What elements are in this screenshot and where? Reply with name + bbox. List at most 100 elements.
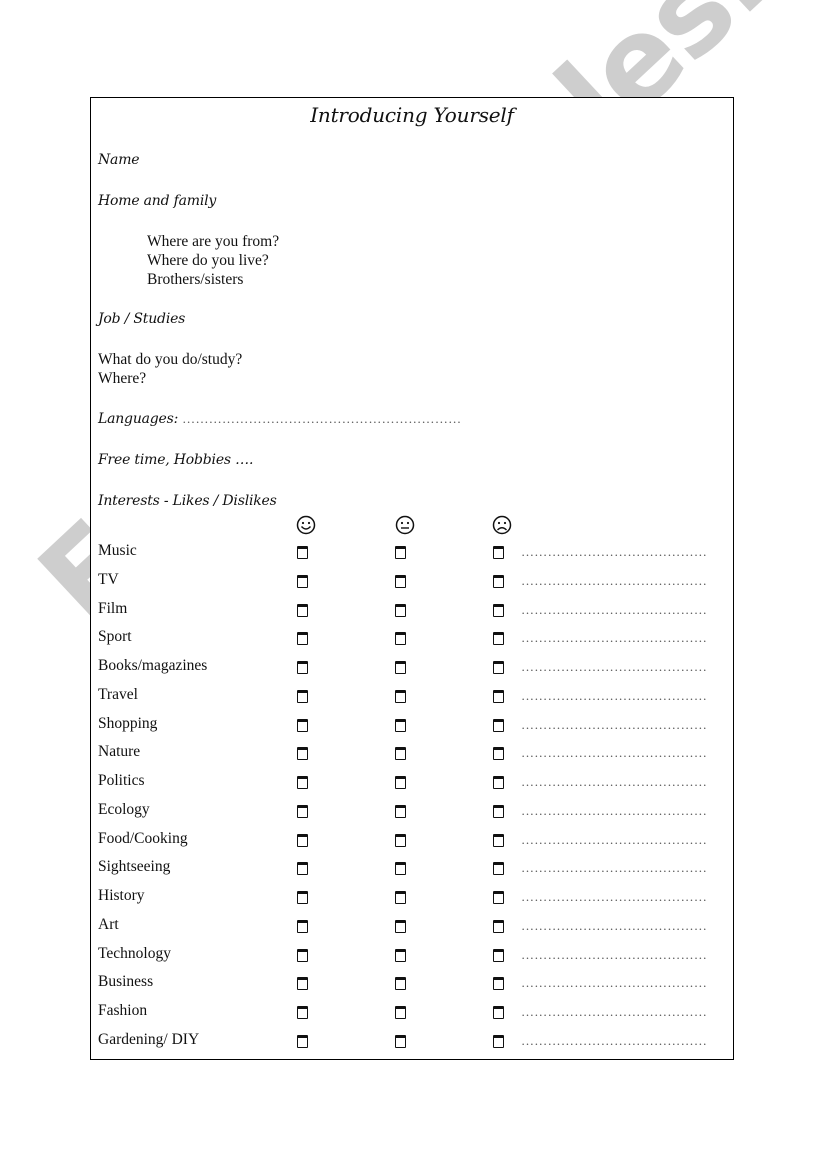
- neutral-checkbox[interactable]: [395, 718, 406, 732]
- comment-blank[interactable]: ……………………………………: [521, 659, 707, 675]
- free-time-heading: Free time, Hobbies ….: [98, 452, 254, 468]
- comment-blank[interactable]: ……………………………………: [521, 717, 707, 733]
- interest-label: Nature: [98, 743, 141, 761]
- like-checkbox[interactable]: [297, 919, 308, 933]
- comment-blank[interactable]: ……………………………………: [521, 544, 707, 560]
- interest-label: Ecology: [98, 800, 150, 818]
- smiling-face-icon: [296, 515, 316, 535]
- dislike-checkbox[interactable]: [493, 919, 504, 933]
- like-checkbox[interactable]: [297, 574, 308, 588]
- like-checkbox[interactable]: [297, 747, 308, 761]
- neutral-checkbox[interactable]: [395, 747, 406, 761]
- comment-blank[interactable]: ……………………………………: [521, 860, 707, 876]
- dislike-checkbox[interactable]: [493, 661, 504, 674]
- neutral-checkbox[interactable]: [395, 977, 406, 991]
- like-checkbox[interactable]: [297, 948, 308, 962]
- dislike-checkbox[interactable]: [493, 977, 504, 991]
- home-question: Where do you live?: [147, 252, 269, 269]
- like-checkbox[interactable]: [297, 689, 308, 703]
- dislike-checkbox[interactable]: [493, 603, 504, 617]
- interest-label: Food/Cooking: [98, 829, 188, 847]
- like-checkbox[interactable]: [297, 1006, 308, 1019]
- neutral-checkbox[interactable]: [395, 919, 406, 933]
- page-title: Introducing Yourself: [310, 103, 514, 127]
- like-checkbox[interactable]: [297, 977, 308, 991]
- like-checkbox[interactable]: [297, 862, 308, 876]
- dislike-checkbox[interactable]: [493, 891, 504, 904]
- worksheet: Introducing Yourself Name Home and famil…: [90, 97, 734, 1060]
- interest-label: Music: [98, 542, 137, 559]
- neutral-checkbox[interactable]: [395, 862, 406, 876]
- dislike-checkbox[interactable]: [493, 776, 504, 789]
- dislike-checkbox[interactable]: [493, 1006, 504, 1019]
- interest-label: Gardening/ DIY: [98, 1030, 200, 1048]
- home-family-heading: Home and family: [98, 193, 217, 209]
- neutral-checkbox[interactable]: [395, 1006, 406, 1019]
- interest-label: Art: [98, 915, 119, 933]
- like-checkbox[interactable]: [297, 1034, 308, 1048]
- interest-label: Politics: [98, 772, 145, 789]
- languages-label: Languages:: [98, 411, 179, 427]
- neutral-checkbox[interactable]: [395, 546, 406, 559]
- comment-blank[interactable]: ……………………………………: [521, 947, 707, 963]
- neutral-checkbox[interactable]: [395, 661, 406, 674]
- neutral-checkbox[interactable]: [395, 689, 406, 703]
- dislike-checkbox[interactable]: [493, 574, 504, 588]
- comment-blank[interactable]: ……………………………………: [521, 832, 707, 848]
- neutral-checkbox[interactable]: [395, 804, 406, 818]
- dislike-checkbox[interactable]: [493, 833, 504, 847]
- dislike-checkbox[interactable]: [493, 804, 504, 818]
- interest-label: Technology: [98, 944, 171, 962]
- like-checkbox[interactable]: [297, 804, 308, 818]
- comment-blank[interactable]: ……………………………………: [521, 1004, 707, 1020]
- interest-label: Travel: [98, 685, 138, 703]
- job-heading: Job / Studies: [98, 311, 186, 327]
- like-checkbox[interactable]: [297, 776, 308, 789]
- like-checkbox[interactable]: [297, 632, 308, 646]
- neutral-checkbox[interactable]: [395, 632, 406, 646]
- dislike-checkbox[interactable]: [493, 689, 504, 703]
- interest-label: TV: [98, 570, 119, 588]
- neutral-checkbox[interactable]: [395, 833, 406, 847]
- neutral-checkbox[interactable]: [395, 1034, 406, 1048]
- dislike-checkbox[interactable]: [493, 862, 504, 876]
- comment-blank[interactable]: ……………………………………: [521, 889, 707, 905]
- home-question: Brothers/sisters: [147, 271, 244, 288]
- comment-blank[interactable]: ……………………………………: [521, 918, 707, 934]
- dislike-checkbox[interactable]: [493, 747, 504, 761]
- comment-blank[interactable]: ……………………………………: [521, 573, 707, 589]
- comment-blank[interactable]: ……………………………………: [521, 1033, 707, 1049]
- like-checkbox[interactable]: [297, 891, 308, 904]
- dislike-checkbox[interactable]: [493, 718, 504, 732]
- like-checkbox[interactable]: [297, 546, 308, 559]
- like-checkbox[interactable]: [297, 833, 308, 847]
- comment-blank[interactable]: ……………………………………: [521, 774, 707, 790]
- dislike-checkbox[interactable]: [493, 546, 504, 559]
- neutral-checkbox[interactable]: [395, 574, 406, 588]
- neutral-checkbox[interactable]: [395, 776, 406, 789]
- frowning-face-icon: [492, 515, 512, 535]
- comment-blank[interactable]: ……………………………………: [521, 803, 707, 819]
- comment-blank[interactable]: ……………………………………: [521, 630, 707, 646]
- comment-blank[interactable]: ……………………………………: [521, 975, 707, 991]
- interest-label: Fashion: [98, 1002, 148, 1019]
- interest-label: History: [98, 887, 145, 904]
- job-question: What do you do/study?: [98, 351, 243, 368]
- dislike-checkbox[interactable]: [493, 1034, 504, 1048]
- dislike-checkbox[interactable]: [493, 632, 504, 646]
- job-question: Where?: [98, 370, 147, 387]
- comment-blank[interactable]: ……………………………………: [521, 745, 707, 761]
- neutral-checkbox[interactable]: [395, 603, 406, 617]
- dislike-checkbox[interactable]: [493, 948, 504, 962]
- like-checkbox[interactable]: [297, 603, 308, 617]
- interest-label: Sightseeing: [98, 858, 171, 876]
- like-checkbox[interactable]: [297, 718, 308, 732]
- languages-line: Languages: ………………………………………………………: [98, 410, 461, 428]
- comment-blank[interactable]: ……………………………………: [521, 602, 707, 618]
- comment-blank[interactable]: ……………………………………: [521, 688, 707, 704]
- like-checkbox[interactable]: [297, 661, 308, 674]
- languages-blank[interactable]: ………………………………………………………: [182, 411, 461, 426]
- neutral-checkbox[interactable]: [395, 891, 406, 904]
- name-heading: Name: [98, 152, 140, 168]
- neutral-checkbox[interactable]: [395, 948, 406, 962]
